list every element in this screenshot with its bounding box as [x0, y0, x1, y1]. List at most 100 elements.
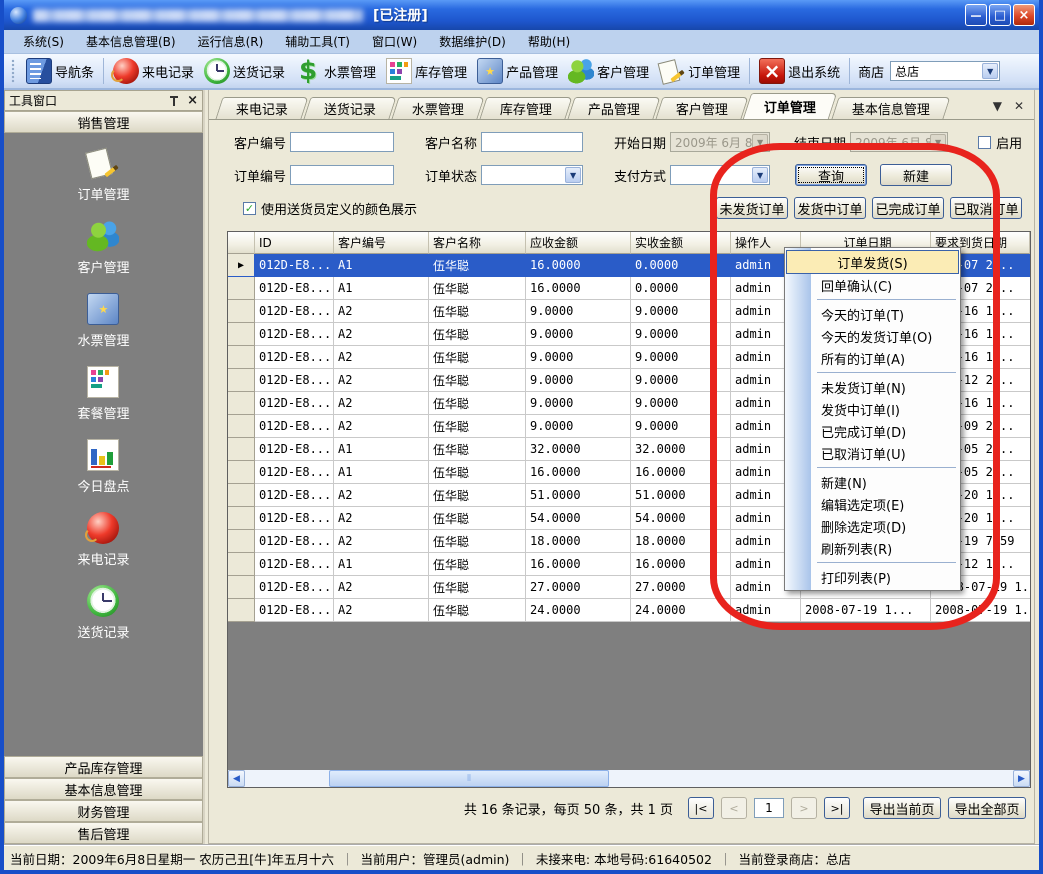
row-selector[interactable]: [228, 438, 255, 461]
context-menu-item[interactable]: 编辑选定项(E): [785, 493, 960, 515]
sidebar-section-sales[interactable]: 销售管理: [4, 111, 203, 133]
sidebar-item[interactable]: 水票管理: [77, 293, 129, 349]
menubar-item[interactable]: 帮助(H): [517, 30, 581, 53]
chevron-down-icon[interactable]: ▼: [930, 134, 946, 150]
minimize-button[interactable]: －: [965, 4, 987, 26]
column-header[interactable]: 应收金额: [526, 232, 631, 254]
row-selector[interactable]: [228, 300, 255, 323]
context-menu-item[interactable]: 发货中订单(I): [785, 398, 960, 420]
sidebar-item[interactable]: 套餐管理: [77, 366, 129, 422]
tab[interactable]: 基本信息管理: [832, 97, 951, 119]
order-status-filter-button[interactable]: 已取消订单: [950, 197, 1022, 219]
pay-method-select[interactable]: ▼: [670, 165, 770, 185]
context-menu-item[interactable]: 今天的发货订单(O): [785, 325, 960, 347]
row-selector[interactable]: [228, 530, 255, 553]
next-page-button[interactable]: >: [791, 797, 817, 819]
context-menu-item[interactable]: 所有的订单(A): [785, 347, 960, 369]
toolbar-button[interactable]: 送货记录: [199, 56, 290, 86]
menubar-item[interactable]: 数据维护(D): [428, 30, 517, 53]
menubar-item[interactable]: 系统(S): [12, 30, 75, 53]
pin-icon[interactable]: [169, 95, 179, 107]
context-menu-item[interactable]: 未发货订单(N): [785, 376, 960, 398]
toolbar-button[interactable]: 产品管理: [472, 56, 563, 86]
scroll-left-icon[interactable]: ◀: [228, 770, 245, 787]
tab[interactable]: 订单管理: [743, 93, 837, 119]
menubar-item[interactable]: 运行信息(R): [187, 30, 275, 53]
order-no-input[interactable]: [290, 165, 394, 185]
context-menu-item[interactable]: 已完成订单(D): [785, 420, 960, 442]
tab[interactable]: 库存管理: [479, 97, 572, 119]
shop-select[interactable]: 总店 ▼: [890, 61, 1000, 81]
column-header[interactable]: 客户名称: [429, 232, 526, 254]
tab[interactable]: 产品管理: [567, 97, 660, 119]
sidebar-section[interactable]: 产品库存管理: [4, 756, 203, 778]
new-button[interactable]: 新建: [880, 164, 952, 186]
row-selector[interactable]: [228, 599, 255, 622]
chevron-down-icon[interactable]: ▼: [982, 63, 998, 79]
toolbar-grip[interactable]: [11, 59, 18, 83]
context-menu-item[interactable]: 打印列表(P): [785, 566, 960, 588]
sidebar-section[interactable]: 售后管理: [4, 822, 203, 844]
menubar-item[interactable]: 辅助工具(T): [274, 30, 361, 53]
row-selector[interactable]: [228, 461, 255, 484]
column-header[interactable]: ID: [255, 232, 334, 254]
sidebar-item[interactable]: 订单管理: [77, 147, 129, 203]
context-menu-item[interactable]: 订单发货(S): [786, 250, 959, 274]
customer-no-input[interactable]: [290, 132, 394, 152]
toolbar-button-nav[interactable]: 导航条: [21, 56, 99, 86]
query-button[interactable]: 查询: [795, 164, 867, 186]
row-selector[interactable]: [228, 277, 255, 300]
first-page-button[interactable]: |<: [688, 797, 714, 819]
end-date-picker[interactable]: 2009年 6月 8日 ▼: [850, 132, 948, 152]
prev-page-button[interactable]: <: [721, 797, 747, 819]
tab[interactable]: 水票管理: [391, 97, 484, 119]
context-menu-item[interactable]: 刷新列表(R): [785, 537, 960, 559]
sidebar-section[interactable]: 基本信息管理: [4, 778, 203, 800]
row-selector[interactable]: [228, 346, 255, 369]
tab[interactable]: 送货记录: [303, 97, 396, 119]
toolbar-button-exit[interactable]: 退出系统: [754, 56, 845, 86]
toolbar-button[interactable]: 水票管理: [290, 56, 381, 86]
column-header[interactable]: 实收金额: [631, 232, 731, 254]
sidebar-item[interactable]: 今日盘点: [77, 439, 129, 495]
sidebar-item[interactable]: 送货记录: [77, 585, 129, 641]
horizontal-scrollbar[interactable]: ◀ ▶: [228, 770, 1030, 787]
sidebar-section[interactable]: 财务管理: [4, 800, 203, 822]
context-menu-item[interactable]: 删除选定项(D): [785, 515, 960, 537]
scrollbar-thumb[interactable]: [329, 770, 609, 787]
chevron-down-icon[interactable]: ▼: [752, 167, 768, 183]
toolbar-button[interactable]: 订单管理: [654, 56, 745, 86]
last-page-button[interactable]: >|: [824, 797, 850, 819]
sidebar-item[interactable]: 来电记录: [77, 512, 129, 568]
tab[interactable]: 客户管理: [656, 97, 749, 119]
context-menu-item[interactable]: 已取消订单(U): [785, 442, 960, 464]
row-selector[interactable]: [228, 507, 255, 530]
tab-scroll-down-icon[interactable]: ▼: [993, 99, 1002, 113]
close-button[interactable]: ×: [1013, 4, 1035, 26]
tab[interactable]: 来电记录: [215, 97, 308, 119]
close-icon[interactable]: ×: [187, 94, 198, 107]
row-selector[interactable]: [228, 415, 255, 438]
row-selector[interactable]: [228, 323, 255, 346]
row-selector[interactable]: [228, 484, 255, 507]
enable-checkbox[interactable]: 启用: [978, 133, 1022, 152]
menubar-item[interactable]: 基本信息管理(B): [75, 30, 187, 53]
column-header[interactable]: 客户编号: [334, 232, 429, 254]
row-selector[interactable]: [228, 254, 255, 277]
chevron-down-icon[interactable]: ▼: [752, 134, 768, 150]
maximize-button[interactable]: □: [989, 4, 1011, 26]
chevron-down-icon[interactable]: ▼: [565, 167, 581, 183]
order-status-filter-button[interactable]: 发货中订单: [794, 197, 866, 219]
toolbar-button[interactable]: 客户管理: [563, 56, 654, 86]
scrollbar-track[interactable]: [245, 770, 1013, 787]
courier-color-checkbox[interactable]: ✓ 使用送货员定义的颜色展示: [243, 199, 417, 218]
menubar-item[interactable]: 窗口(W): [361, 30, 428, 53]
page-number-input[interactable]: 1: [754, 798, 784, 818]
export-all-pages-button[interactable]: 导出全部页: [948, 797, 1026, 819]
tab-close-icon[interactable]: ✕: [1014, 99, 1024, 113]
row-selector[interactable]: [228, 369, 255, 392]
sidebar-item[interactable]: 客户管理: [77, 220, 129, 276]
row-selector[interactable]: [228, 392, 255, 415]
order-status-filter-button[interactable]: 未发货订单: [716, 197, 788, 219]
scroll-right-icon[interactable]: ▶: [1013, 770, 1030, 787]
